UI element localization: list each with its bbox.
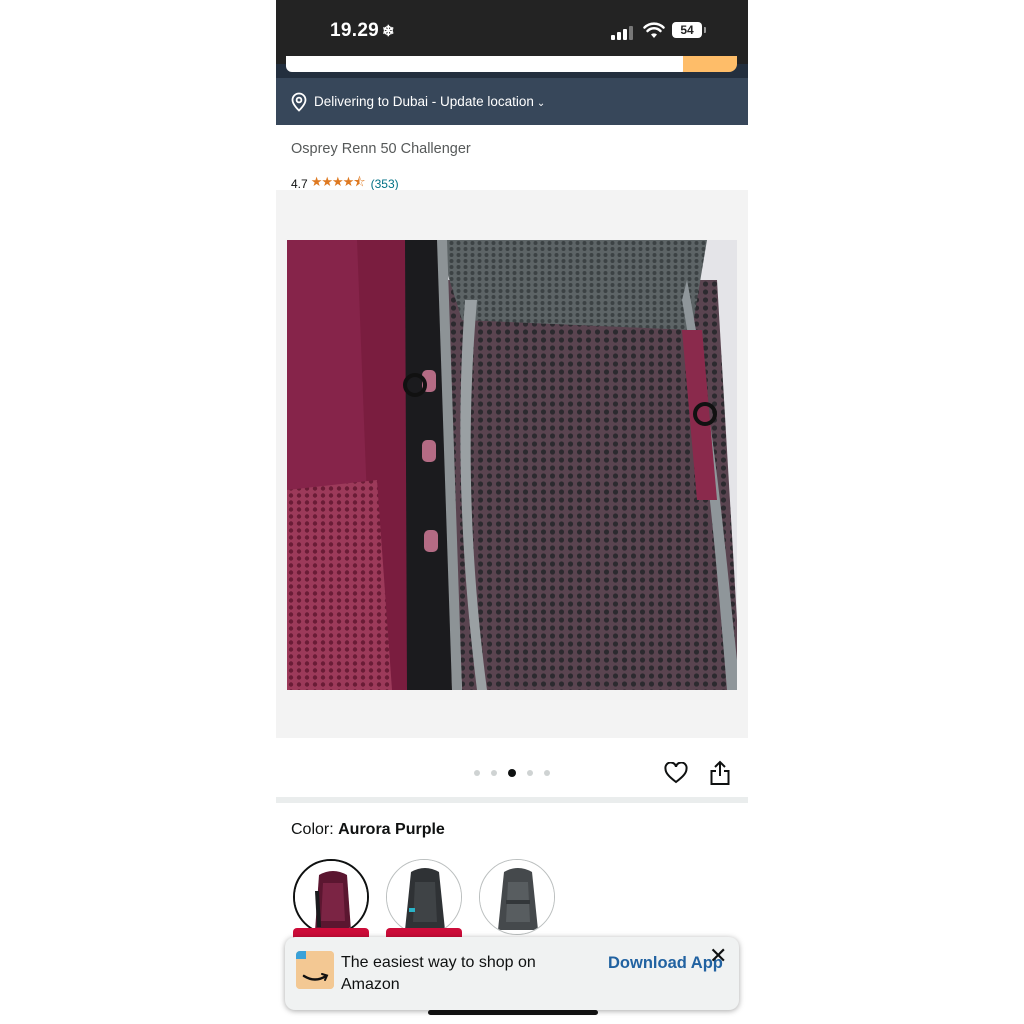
search-button[interactable] — [683, 56, 737, 72]
delivery-location-bar[interactable]: Delivering to Dubai - Update location ⌄ — [276, 78, 748, 125]
review-count-link[interactable]: (353) — [371, 177, 399, 191]
pager-dot[interactable] — [544, 770, 550, 776]
amazon-app-icon — [296, 951, 334, 989]
product-title[interactable]: Osprey Renn 50 Challenger — [291, 141, 471, 157]
close-icon[interactable]: ✕ — [709, 943, 727, 969]
color-swatch-dark-grey[interactable] — [386, 859, 462, 935]
share-icon[interactable] — [709, 760, 731, 786]
backpack-thumbnail — [480, 860, 554, 934]
backpack-image — [287, 240, 737, 690]
status-time: 19.29 ❄ — [330, 20, 395, 42]
rating-value: 4.7 — [291, 177, 308, 191]
cellular-signal-icon — [611, 24, 635, 40]
location-label: Delivering to Dubai - Update location — [314, 94, 534, 109]
selected-color: Aurora Purple — [338, 821, 445, 838]
wifi-icon — [643, 22, 665, 38]
pager-dot-active[interactable] — [508, 769, 516, 777]
download-app-button[interactable]: Download App — [608, 952, 723, 974]
battery-level: 54 — [680, 23, 694, 37]
heart-icon[interactable] — [664, 762, 688, 784]
product-image[interactable] — [287, 240, 737, 690]
amazon-box-icon — [296, 951, 334, 989]
color-label: Color: — [291, 821, 339, 838]
phone-screen: 19.29 ❄ 54 Delivering to Dubai - Update l… — [276, 0, 748, 1024]
pager-dot[interactable] — [474, 770, 480, 776]
delivery-location-text[interactable]: Delivering to Dubai - Update location ⌄ — [314, 94, 545, 109]
status-bar: 19.29 ❄ 54 — [276, 0, 748, 64]
backpack-thumbnail — [295, 861, 367, 933]
time-text: 19.29 — [330, 20, 380, 41]
section-divider — [276, 797, 748, 803]
image-pager[interactable] — [474, 769, 561, 777]
location-pin-icon — [291, 92, 307, 112]
home-indicator — [428, 1010, 598, 1015]
snowflake-icon: ❄ — [382, 23, 395, 40]
download-app-banner: The easiest way to shop on Amazon Downlo… — [285, 937, 739, 1010]
color-selection-label: Color: Aurora Purple — [291, 821, 445, 839]
color-swatch-aurora-purple[interactable] — [293, 859, 369, 935]
product-image-gallery[interactable] — [276, 190, 748, 738]
search-bar — [276, 56, 748, 78]
color-swatch-grey[interactable] — [479, 859, 555, 935]
backpack-thumbnail — [387, 860, 461, 934]
app-banner-message: The easiest way to shop on Amazon — [341, 954, 536, 993]
pager-dot[interactable] — [491, 770, 497, 776]
pager-dot[interactable] — [527, 770, 533, 776]
search-input[interactable] — [286, 56, 688, 72]
battery-icon: 54 — [672, 22, 706, 38]
chevron-down-icon: ⌄ — [536, 98, 546, 109]
